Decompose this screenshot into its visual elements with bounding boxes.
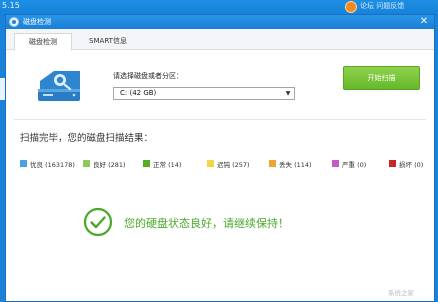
legend-label: 正常 (14) (153, 161, 182, 169)
hard-disk-icon (38, 71, 80, 101)
section-divider (14, 119, 426, 120)
dialog-titlebar[interactable]: 磁盘检测 ✕ (6, 15, 434, 29)
legend-label: 迟钝 (257) (217, 161, 250, 169)
legend-swatch (143, 160, 150, 167)
legend-swatch (389, 160, 396, 167)
watermark: 系统之家 (388, 289, 414, 297)
dropdown-arrow-icon[interactable]: ▼ (284, 89, 292, 98)
legend-label: 损坏 (0) (399, 161, 424, 169)
legend-swatch (83, 160, 90, 167)
disk-status: 您的硬盘状态良好，请继续保持！ (83, 207, 383, 239)
legend-label: 丢失 (114) (279, 161, 312, 169)
disk-selector-label: 请选择磁盘或者分区： (113, 72, 183, 80)
legend-swatch (269, 160, 276, 167)
dialog-title: 磁盘检测 (23, 18, 51, 26)
scan-result-heading: 扫描完毕，您的磁盘扫描结果： (20, 133, 154, 144)
disk-check-app-icon (9, 17, 19, 27)
legend-label: 严重 (0) (342, 161, 367, 169)
disk-partition-select[interactable]: C: (42 GB) ▼ (113, 87, 295, 100)
notification-badge-icon[interactable] (345, 1, 357, 13)
tab-disk-check[interactable]: 磁盘检测 (14, 33, 72, 51)
disk-check-dialog: 磁盘检测 ✕ 磁盘检测 SMART信息 请选择磁盘或者分区： C: (42 GB… (5, 14, 435, 302)
disk-partition-value: C: (42 GB) (120, 89, 157, 97)
check-circle-icon (83, 207, 113, 237)
tab-smart-info[interactable]: SMART信息 (78, 33, 138, 51)
close-button[interactable]: ✕ (418, 16, 430, 28)
legend-label: 优良 (163178) (30, 161, 75, 169)
legend-swatch (332, 160, 339, 167)
legend-swatch (20, 160, 27, 167)
legend-label: 良好 (281) (93, 161, 126, 169)
tab-bar: 磁盘检测 SMART信息 (6, 29, 434, 51)
scan-result-legend: 优良 (163178) 良好 (281) 正常 (14) 迟钝 (257) 丢失… (20, 158, 430, 170)
disk-status-message: 您的硬盘状态良好，请继续保持！ (124, 217, 289, 230)
start-scan-button[interactable]: 开始扫描 (343, 66, 420, 90)
background-app-version: 5.15 (2, 1, 20, 10)
background-app-links[interactable]: 论坛 问题反馈 (360, 1, 404, 11)
legend-swatch (207, 160, 214, 167)
